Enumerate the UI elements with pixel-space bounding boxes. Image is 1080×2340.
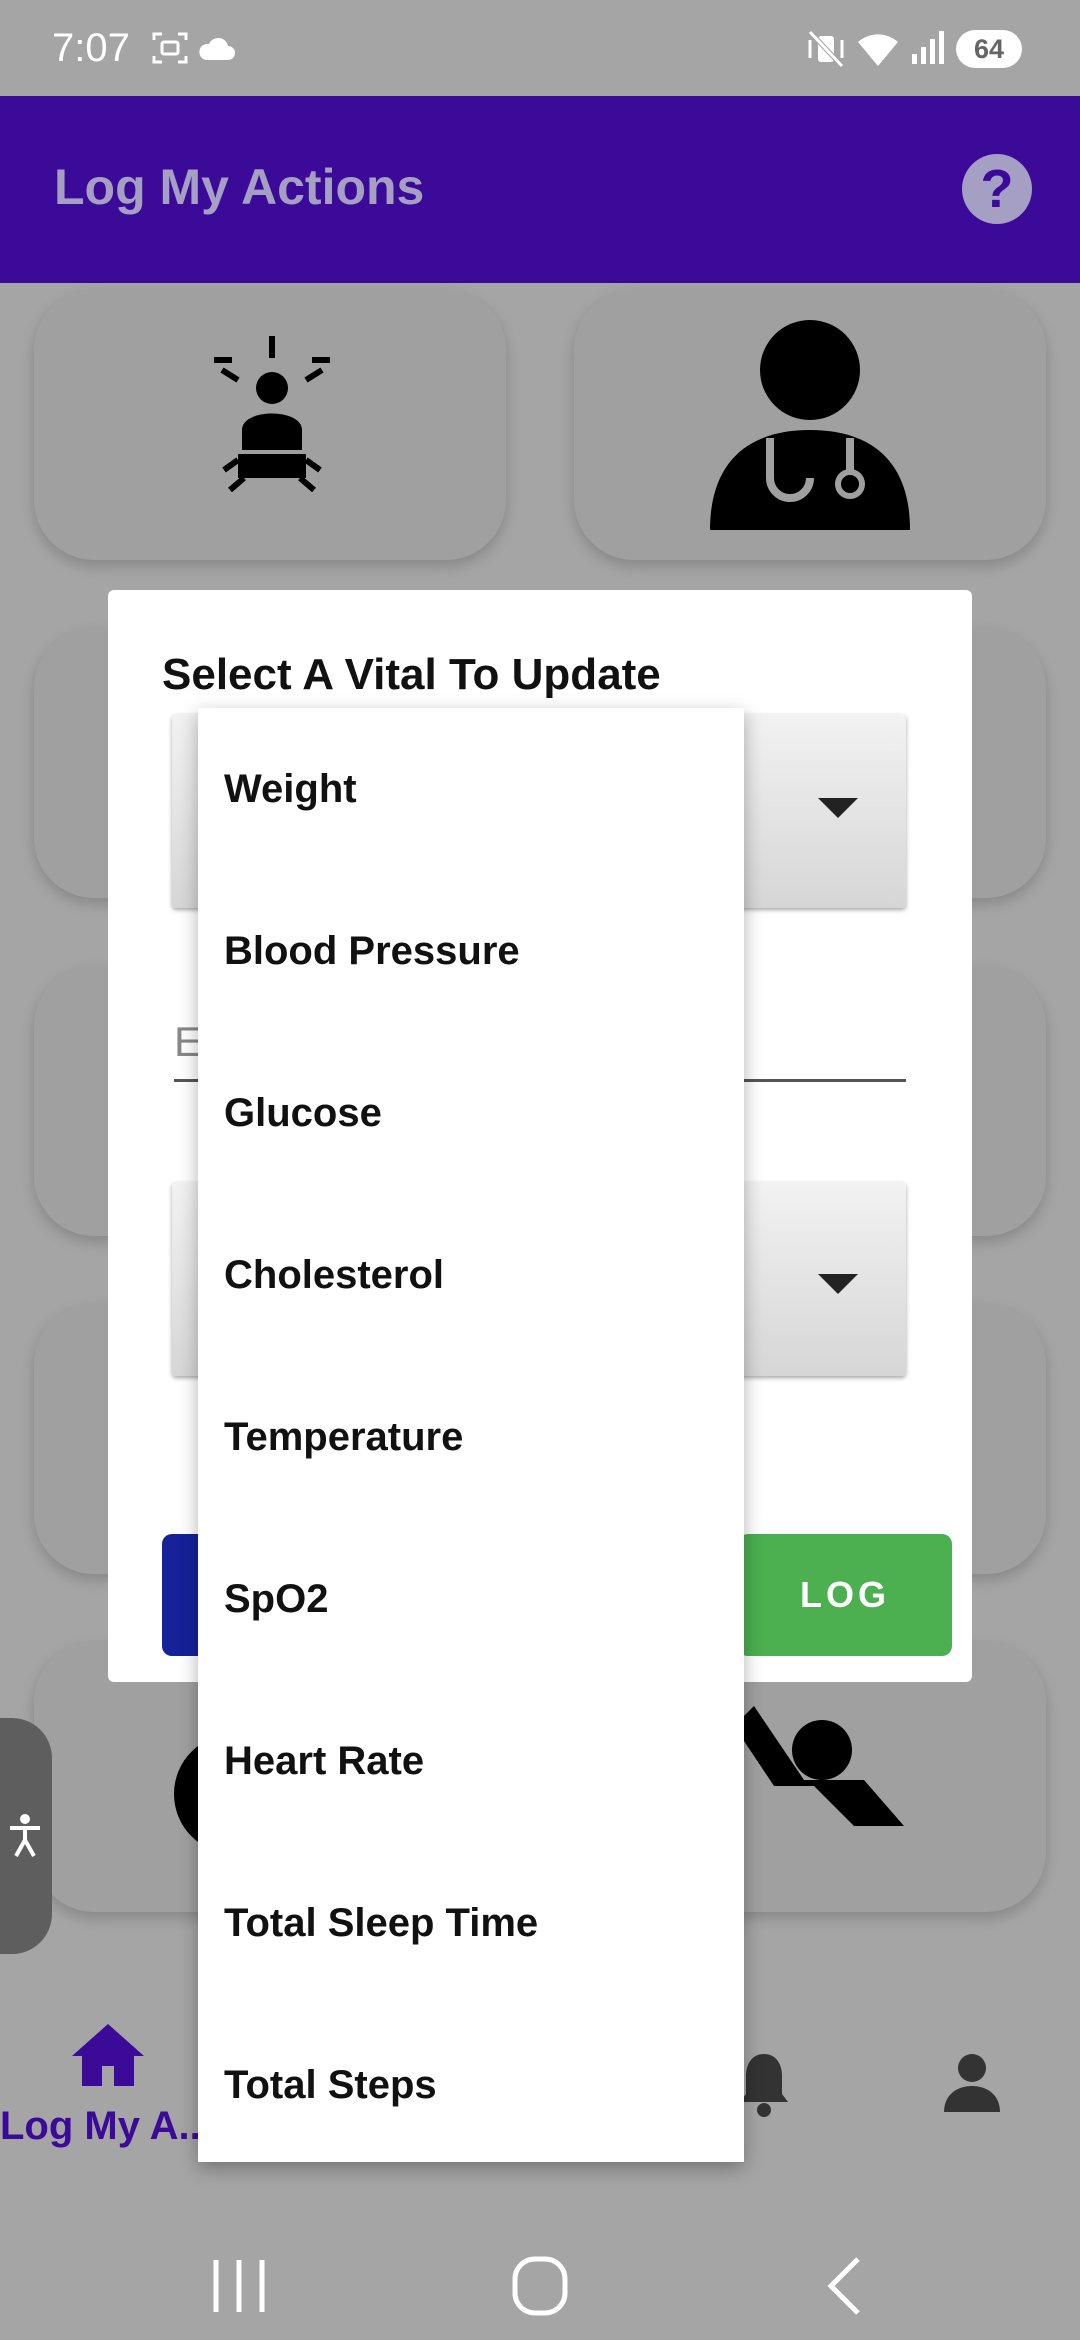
accessibility-tab[interactable] — [0, 1718, 52, 1954]
dropdown-option-total-steps[interactable]: Total Steps — [198, 2004, 744, 2166]
help-icon[interactable]: ? — [962, 154, 1032, 224]
mute-vibrate-icon — [808, 30, 844, 68]
doctor-tile[interactable] — [574, 290, 1046, 560]
back-icon[interactable] — [826, 2256, 862, 2316]
page-title: Log My Actions — [54, 159, 425, 215]
meditation-tile[interactable] — [34, 290, 506, 560]
status-time: 7:07 — [52, 26, 130, 70]
profile-icon[interactable] — [942, 2052, 1002, 2112]
dropdown-option-weight[interactable]: Weight — [198, 708, 744, 870]
wifi-icon — [858, 34, 898, 66]
dropdown-option-spo2[interactable]: SpO2 — [198, 1518, 744, 1680]
dropdown-option-total-sleep-time[interactable]: Total Sleep Time — [198, 1842, 744, 2004]
dropdown-option-cholesterol[interactable]: Cholesterol — [198, 1194, 744, 1356]
battery-indicator: 64 — [956, 30, 1022, 68]
bell-icon[interactable] — [736, 2050, 792, 2118]
dropdown-option-heart-rate[interactable]: Heart Rate — [198, 1680, 744, 1842]
log-button[interactable]: LOG — [738, 1534, 952, 1656]
app-bar: Log My Actions ? — [0, 96, 1080, 283]
dropdown-arrow-icon — [818, 1274, 858, 1294]
home-button-icon[interactable] — [512, 2256, 568, 2316]
dropdown-arrow-icon — [818, 798, 858, 818]
nav-home-label[interactable]: Log My A... — [0, 2104, 212, 2149]
dropdown-option-glucose[interactable]: Glucose — [198, 1032, 744, 1194]
recent-apps-icon[interactable] — [212, 2258, 266, 2314]
dropdown-option-blood-pressure[interactable]: Blood Pressure — [198, 870, 744, 1032]
system-nav-bar — [0, 2190, 1080, 2340]
dialog-title: Select A Vital To Update — [162, 650, 661, 699]
meditation-icon — [214, 336, 330, 493]
dropdown-option-temperature[interactable]: Temperature — [198, 1356, 744, 1518]
status-bar: 7:07 64 — [0, 0, 1080, 96]
accessibility-icon — [10, 1814, 40, 1857]
home-icon[interactable] — [72, 2024, 144, 2086]
cloud-icon — [199, 37, 235, 60]
vital-dropdown-menu: Weight Blood Pressure Glucose Cholestero… — [198, 708, 744, 2162]
exercise-icon — [734, 1706, 904, 1826]
screenshot-icon — [152, 32, 188, 64]
doctor-icon — [710, 320, 910, 530]
signal-icon — [912, 31, 944, 64]
